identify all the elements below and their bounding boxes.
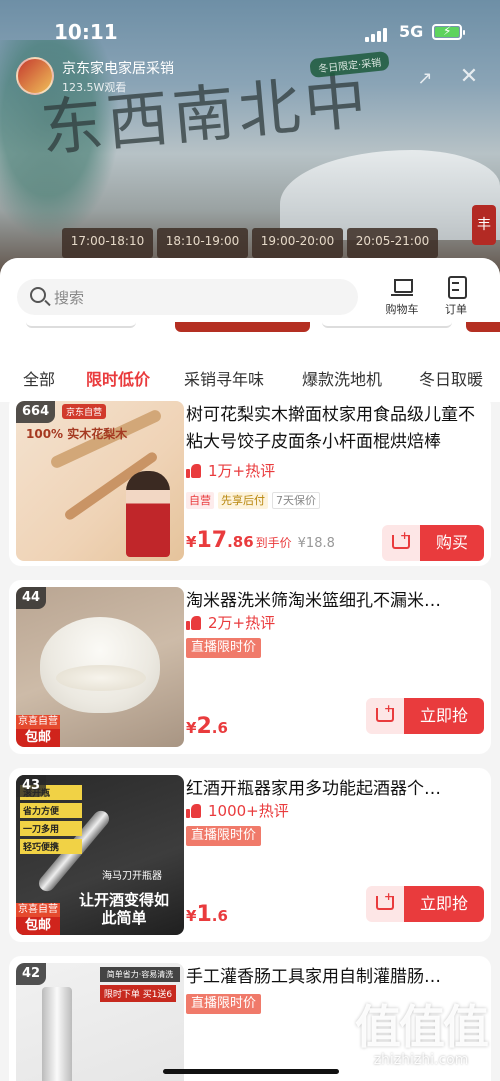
cart-icon: [391, 276, 413, 296]
product-image[interactable]: 简单省力·容易清洗 限时下单 买1送6 42: [16, 963, 184, 1081]
rank-badge: 664: [16, 401, 56, 423]
rank-badge: 43: [16, 775, 47, 797]
home-indicator[interactable]: [163, 1069, 339, 1074]
watermark: 值值值 zhizhizhi.com: [346, 1002, 496, 1068]
tab-floor-washer[interactable]: 爆款洗地机: [302, 366, 382, 390]
product-card[interactable]: 100% 实木花梨木 664 京东自营 树可花梨实木擀面杖家用食品级儿童不粘大号…: [9, 394, 491, 566]
grab-button[interactable]: 立即抢: [403, 698, 484, 734]
streamer-name: 京东家电家居采销: [62, 60, 174, 77]
share-icon[interactable]: ↗: [414, 68, 436, 90]
network-label: 5G: [399, 22, 424, 41]
tab-new-year[interactable]: 采销寻年味: [184, 366, 264, 390]
product-image[interactable]: 100% 实木花梨木 664 京东自营: [16, 401, 184, 561]
streamer-info[interactable]: 京东家电家居采销 123.5W观看: [16, 57, 174, 95]
add-to-cart-button[interactable]: [365, 886, 404, 922]
tab-winter-heating[interactable]: 冬日取暖: [419, 366, 483, 390]
promo-badge: 京喜自营 包邮: [16, 903, 60, 935]
search-placeholder: 搜索: [54, 289, 85, 307]
signal-icon: [365, 28, 387, 42]
product-title[interactable]: 手工灌香肠工具家用自制灌腊肠…: [186, 964, 484, 991]
status-time: 10:11: [54, 20, 118, 44]
status-bar: 10:11 5G ⚡: [0, 18, 500, 48]
watermark-logo: 值值值: [355, 1000, 489, 1054]
add-cart-icon: [375, 890, 394, 910]
viewer-count: 123.5W观看: [62, 80, 127, 94]
side-badge[interactable]: 丰: [472, 205, 496, 245]
order-icon: [445, 276, 467, 299]
category-strip: [0, 322, 500, 336]
promo-badge: 京喜自营 包邮: [16, 715, 60, 747]
product-price: ¥2.6: [186, 714, 228, 739]
original-price: ¥18.8: [297, 536, 335, 551]
add-to-cart-button[interactable]: [365, 698, 404, 734]
search-input[interactable]: 搜索: [17, 279, 358, 315]
order-button[interactable]: 订单: [434, 276, 478, 317]
product-title[interactable]: 树可花梨实木擀面杖家用食品级儿童不粘大号饺子皮面条小杆面棍烘焙棒: [186, 402, 484, 456]
rank-badge: 44: [16, 587, 47, 609]
product-title[interactable]: 淘米器洗米筛淘米篮细孔不漏米…: [186, 588, 484, 615]
schedule-slot: 18:10-19:00: [157, 228, 248, 258]
action-buttons: 立即抢: [365, 886, 484, 922]
thumb-caption: 让开酒变得如此简单: [78, 891, 169, 927]
close-icon[interactable]: ✕: [458, 66, 480, 88]
product-price: ¥17.86 到手价 ¥18.8: [186, 528, 335, 553]
watermark-url: zhizhizhi.com: [373, 1052, 469, 1068]
product-tags: 自营 先享后付 7天保价: [186, 492, 320, 509]
sheet-header: 搜索 购物车 订单: [0, 258, 500, 354]
schedule-slot: 19:00-20:00: [252, 228, 343, 258]
cart-button[interactable]: 购物车: [380, 276, 424, 317]
streamer-avatar[interactable]: [16, 57, 54, 95]
buy-button[interactable]: 购买: [419, 525, 484, 561]
product-tags: 直播限时价: [186, 994, 262, 1014]
search-icon: [30, 287, 46, 303]
review-text: 2万+热评: [208, 614, 276, 632]
tag-live-price: 直播限时价: [186, 638, 262, 658]
tag-pay-later: 先享后付: [218, 492, 268, 509]
add-to-cart-button[interactable]: [381, 525, 420, 561]
product-tags: 直播限时价: [186, 638, 262, 658]
order-label: 订单: [445, 303, 467, 316]
tag-live-price: 直播限时价: [186, 826, 262, 846]
action-buttons: 购买: [381, 525, 484, 561]
thumb-banner: 限时下单 买1送6: [100, 985, 176, 1002]
thumb-top-text: 简单省力·容易清洗: [100, 967, 180, 982]
schedule-row: 17:00-18:10 18:10-19:00 19:00-20:00 20:0…: [0, 228, 500, 258]
background-snow: [280, 150, 500, 240]
product-card[interactable]: 44 京喜自营 包邮 淘米器洗米筛淘米篮细孔不漏米… 2万+热评 直播限时价 ¥…: [9, 580, 491, 754]
grab-button[interactable]: 立即抢: [403, 886, 484, 922]
thumb-text: 100% 实木花梨木: [26, 427, 128, 441]
tab-all[interactable]: 全部: [23, 366, 55, 390]
cart-label: 购物车: [385, 303, 419, 316]
rank-badge: 42: [16, 963, 47, 985]
product-card[interactable]: 滚开瓶 省力方便 一刀多用 轻巧便携 海马刀开瓶器 让开酒变得如此简单 43 京…: [9, 768, 491, 942]
tab-limited-price[interactable]: 限时低价: [86, 366, 150, 390]
thumbs-up-icon: [186, 803, 202, 818]
product-image[interactable]: 滚开瓶 省力方便 一刀多用 轻巧便携 海马刀开瓶器 让开酒变得如此简单 43 京…: [16, 775, 184, 935]
product-tags: 直播限时价: [186, 826, 262, 846]
product-price: ¥1.6: [186, 902, 228, 927]
review-text: 1000+热评: [208, 802, 289, 820]
action-buttons: 立即抢: [365, 698, 484, 734]
product-title[interactable]: 红酒开瓶器家用多功能起酒器个…: [186, 776, 484, 803]
battery-icon: ⚡: [432, 24, 465, 40]
thumb-caption-small: 海马刀开瓶器: [102, 871, 162, 882]
add-cart-icon: [375, 702, 394, 722]
schedule-slot: 20:05-21:00: [347, 228, 438, 258]
schedule-slot: 17:00-18:10: [62, 228, 153, 258]
jd-self-badge: 京东自营: [62, 404, 107, 419]
add-cart-icon: [391, 529, 410, 549]
review-text: 1万+热评: [208, 462, 276, 480]
thumbs-up-icon: [186, 463, 202, 478]
review-count: 2万+热评: [186, 612, 275, 633]
tag-self: 自营: [186, 492, 214, 509]
product-image[interactable]: 44 京喜自营 包邮: [16, 587, 184, 747]
review-count: 1000+热评: [186, 800, 289, 821]
tag-price-protect: 7天保价: [272, 492, 320, 509]
tag-live-price: 直播限时价: [186, 994, 262, 1014]
review-count: 1万+热评: [186, 460, 275, 481]
product-sheet: 搜索 购物车 订单 全部 限时低价 采销寻年味 爆款洗地机 冬日取暖 100% …: [0, 258, 500, 1081]
thumbs-up-icon: [186, 615, 202, 630]
